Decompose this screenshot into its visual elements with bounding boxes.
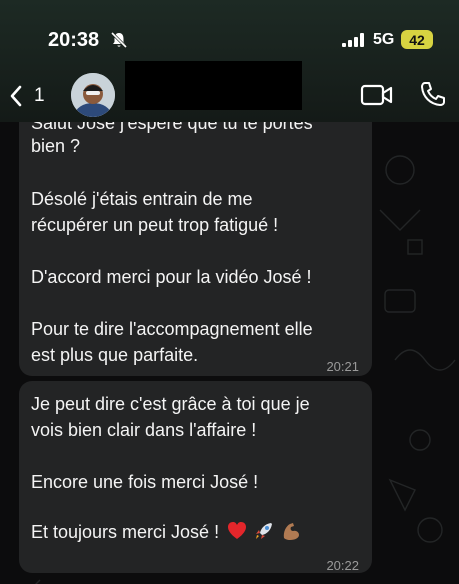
signal-icon [342, 33, 364, 47]
message-line: Pour te dire l'accompagnement elle [31, 319, 313, 339]
status-time: 20:38 [48, 29, 100, 51]
message-line: Et toujours merci José ! [31, 519, 302, 545]
avatar[interactable] [71, 73, 115, 117]
chat-screen: 20:38 5G 42 1 Salut José j'espère que tu… [0, 0, 459, 584]
bell-muted-icon [110, 31, 128, 49]
message-timestamp: 20:22 [326, 558, 359, 573]
flexed-biceps-icon [283, 523, 300, 540]
chevron-left-icon [10, 85, 22, 107]
heart-icon [228, 522, 247, 539]
message-line: vois bien clair dans l'affaire ! [31, 420, 257, 440]
back-button[interactable]: 1 [8, 81, 45, 111]
message-bubble[interactable]: Salut José j'espère que tu te portes bie… [19, 92, 372, 376]
phone-icon[interactable] [419, 80, 447, 108]
message-line: Désolé j'étais entrain de me [31, 189, 253, 209]
message-line: bien ? [31, 136, 81, 156]
message-line: Encore une fois merci José ! [31, 472, 259, 492]
chat-header: 20:38 5G 42 1 [0, 0, 459, 122]
message-line: Je peut dire c'est grâce à toi que je [31, 394, 310, 414]
battery-badge: 42 [401, 30, 433, 49]
rocket-icon [256, 523, 273, 539]
network-label: 5G [373, 31, 395, 48]
message-text: Et toujours merci José ! [31, 522, 220, 542]
message-bubble[interactable]: Je peut dire c'est grâce à toi que je vo… [19, 381, 372, 573]
unread-count: 1 [34, 85, 45, 106]
avatar-image [71, 73, 115, 117]
video-call-icon[interactable] [360, 83, 394, 107]
contact-name-redacted [125, 61, 302, 110]
message-line: D'accord merci pour la vidéo José ! [31, 267, 312, 287]
message-line: récupérer un peut trop fatigué ! [31, 215, 279, 235]
message-timestamp: 20:21 [326, 359, 359, 374]
message-line: est plus que parfaite. [31, 345, 199, 365]
